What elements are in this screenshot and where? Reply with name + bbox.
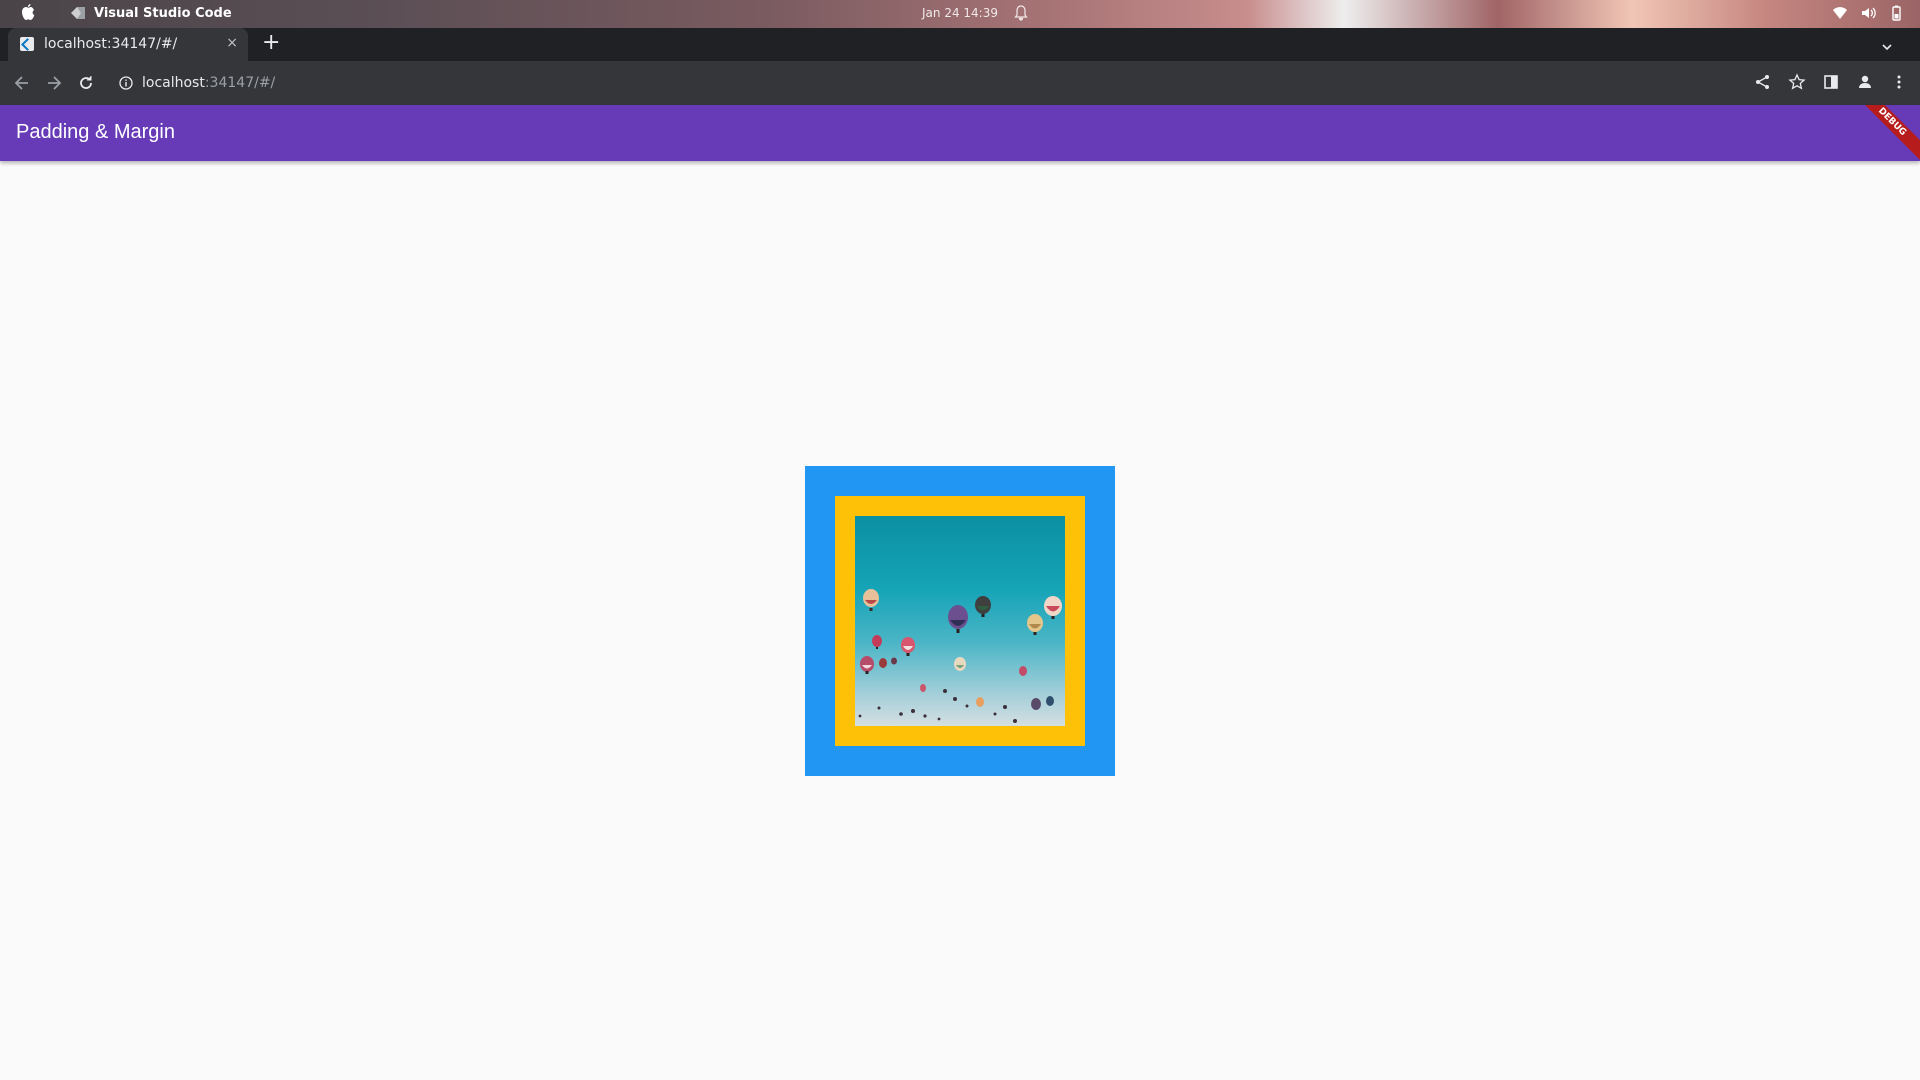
browser-toolbar: localhost:34147/#/ <box>0 61 1920 105</box>
os-top-bar: Visual Studio Code Jan 24 14:39 <box>0 0 1920 28</box>
volume-icon[interactable] <box>1860 5 1876 21</box>
tab-search-chevron-icon[interactable] <box>1882 37 1892 51</box>
profile-icon[interactable] <box>1856 73 1874 91</box>
toolbar-actions <box>1754 73 1908 91</box>
browser-tab-strip: localhost:34147/#/ × + <box>0 28 1920 61</box>
battery-icon[interactable] <box>1888 5 1904 21</box>
flutter-favicon-icon <box>20 37 34 51</box>
info-icon[interactable] <box>118 75 134 91</box>
apple-icon[interactable] <box>20 4 36 22</box>
tab-title: localhost:34147/#/ <box>44 36 178 52</box>
bell-icon <box>1014 5 1028 21</box>
tab-close-button[interactable]: × <box>226 35 238 51</box>
margin-container <box>805 466 1115 776</box>
tab-localhost[interactable]: localhost:34147/#/ × <box>8 28 248 61</box>
back-icon[interactable] <box>12 73 32 93</box>
share-icon[interactable] <box>1754 73 1772 91</box>
page-title: Padding & Margin <box>16 121 175 143</box>
url-path: :34147/#/ <box>204 75 276 91</box>
app-bar: Padding & Margin DEBUG <box>0 105 1920 161</box>
app-icon <box>70 6 86 20</box>
url-host: localhost <box>142 75 205 91</box>
debug-banner: DEBUG <box>1844 105 1920 161</box>
new-tab-button[interactable]: + <box>262 32 280 54</box>
clock[interactable]: Jan 24 14:39 <box>922 6 998 20</box>
distant-balloons <box>858 689 1017 723</box>
wifi-icon[interactable] <box>1832 5 1848 21</box>
system-tray[interactable] <box>1832 5 1904 21</box>
balloon-group <box>860 589 1062 710</box>
balloons-image <box>855 516 1065 726</box>
url-text[interactable]: localhost:34147/#/ <box>142 75 275 91</box>
padding-container <box>835 496 1085 746</box>
forward-icon[interactable] <box>44 73 64 93</box>
sidepanel-icon[interactable] <box>1822 73 1840 91</box>
hot-air-balloons-picture <box>858 589 1062 723</box>
menu-icon[interactable] <box>1890 73 1908 91</box>
reload-icon[interactable] <box>76 73 96 93</box>
address-bar[interactable]: localhost:34147/#/ <box>108 67 1748 99</box>
active-app-name[interactable]: Visual Studio Code <box>94 6 232 21</box>
star-icon[interactable] <box>1788 73 1806 91</box>
